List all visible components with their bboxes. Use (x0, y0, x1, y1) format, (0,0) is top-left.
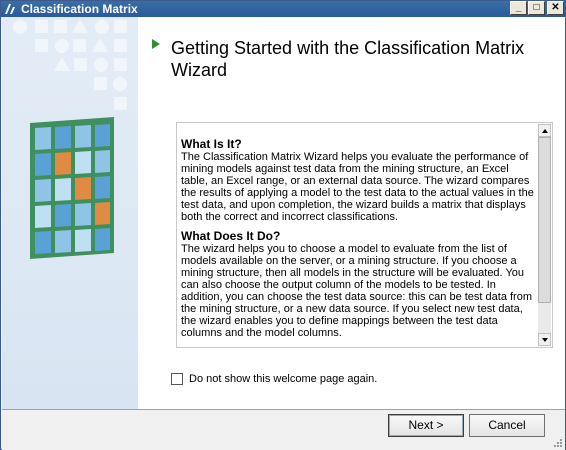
classification-matrix-grid-icon (30, 117, 114, 259)
dont-show-again-checkbox[interactable] (171, 373, 183, 385)
page-title: Getting Started with the Classification … (171, 38, 525, 80)
excel-datamining-icon (5, 4, 15, 14)
scroll-thumb[interactable] (538, 137, 551, 303)
section-title-what-does-it-do: What Does It Do? (181, 229, 281, 243)
dont-show-again-label[interactable]: Do not show this welcome page again. (189, 373, 377, 386)
scroll-up-button[interactable] (538, 124, 551, 137)
maximize-button[interactable]: □ (528, 1, 545, 15)
section-body-what-does-it-do: The wizard helps you to choose a model t… (181, 243, 532, 339)
button-bar: Next > Cancel (2, 409, 565, 450)
next-button[interactable]: Next > (388, 414, 464, 437)
close-button[interactable]: ✕ (547, 1, 564, 15)
description-panel: What Is It? The Classification Matrix Wi… (176, 122, 553, 348)
description-content: What Is It? The Classification Matrix Wi… (181, 137, 535, 339)
wizard-content-pane: Getting Started with the Classification … (138, 17, 565, 409)
scroll-down-button[interactable] (538, 333, 551, 346)
window-title: Classification Matrix (21, 2, 138, 16)
section-title-what-is-it: What Is It? (181, 137, 242, 151)
vertical-scrollbar[interactable] (538, 124, 551, 346)
title-bar: Classification Matrix _ □ ✕ (1, 1, 565, 17)
wizard-window: Classification Matrix _ □ ✕ Getting Star… (0, 0, 566, 450)
green-arrow-icon (152, 39, 160, 49)
minimize-button[interactable]: _ (510, 1, 527, 15)
section-body-what-is-it: The Classification Matrix Wizard helps y… (181, 151, 534, 223)
wizard-banner-pane (2, 17, 138, 409)
resize-grip-icon[interactable] (553, 438, 563, 448)
cancel-button[interactable]: Cancel (469, 414, 545, 437)
